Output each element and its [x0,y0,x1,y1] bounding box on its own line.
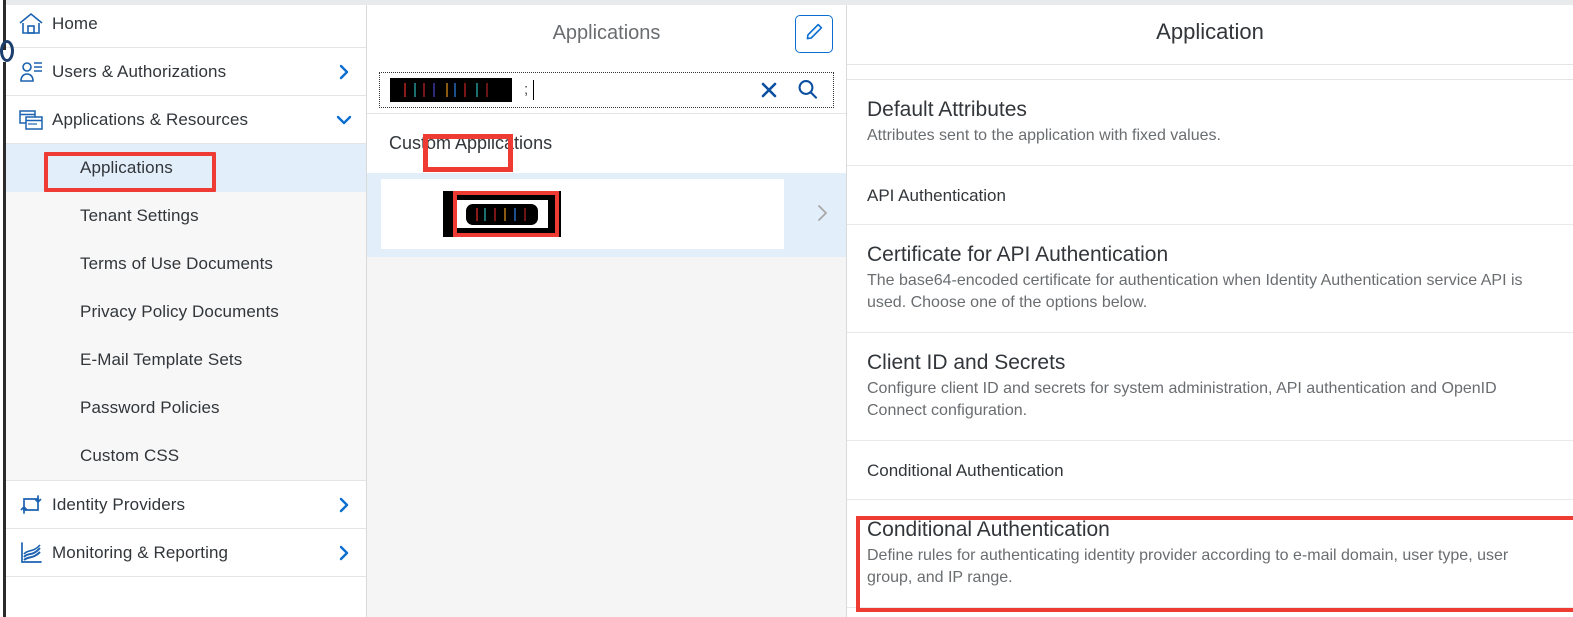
left-edge-circle-glyph [0,40,14,62]
sidebar-item-identity-providers-label: Identity Providers [52,494,186,514]
detail-item-description: Configure client ID and secrets for syst… [867,380,1497,419]
search-caret-area: ; [512,79,758,100]
chevron-down-icon[interactable] [322,110,366,130]
list-item[interactable] [381,179,827,249]
sidebar-item-custom-css-label: Custom CSS [80,446,180,465]
window-left-edge [0,0,14,617]
search-icon[interactable] [796,78,819,101]
edit-button[interactable] [795,15,833,53]
sidebar: Home Users & Authorizations Applications… [0,0,367,617]
detail-item-description: The base64-encoded certificate for authe… [867,272,1523,311]
sidebar-item-applications-label: Applications [80,158,173,177]
sidebar-item-identity-providers[interactable]: Identity Providers [0,481,366,529]
application-list [367,173,846,257]
custom-applications-group-header: Custom Applications [367,113,846,173]
sidebar-subitem-group: Applications Tenant Settings Terms of Us… [0,144,366,481]
monitoring-icon [0,539,52,567]
chevron-right-icon[interactable] [322,63,366,81]
sidebar-item-custom-css[interactable]: Custom CSS [0,432,366,480]
applications-panel-title: Applications [552,21,661,44]
list-item-chevron-icon [812,203,832,228]
detail-item-certificate-for-api-authentication[interactable]: Certificate for API Authentication The b… [847,225,1573,333]
close-icon[interactable] [758,79,780,101]
sidebar-item-tenant-settings[interactable]: Tenant Settings [0,192,366,240]
sidebar-item-tenant-settings-label: Tenant Settings [80,206,199,225]
sidebar-item-privacy-policy-documents[interactable]: Privacy Policy Documents [0,288,366,336]
detail-partial-row-top [847,65,1573,80]
detail-group-label: Conditional Authentication [867,461,1064,480]
sidebar-item-users-authorizations-label: Users & Authorizations [52,61,227,81]
page-title: Application [1156,19,1264,44]
app-window: Home Users & Authorizations Applications… [0,0,1573,617]
detail-group-label: API Authentication [867,186,1006,205]
detail-item-description: Attributes sent to the application with … [867,127,1221,144]
applications-panel-header: Applications [367,0,846,66]
sidebar-item-terms-of-use-documents[interactable]: Terms of Use Documents [0,240,366,288]
sidebar-item-password-policies-label: Password Policies [80,398,220,417]
sidebar-item-monitoring-reporting-label: Monitoring & Reporting [52,542,229,562]
detail-item-client-id-and-secrets[interactable]: Client ID and Secrets Configure client I… [847,333,1573,441]
detail-item-default-attributes[interactable]: Default Attributes Attributes sent to th… [847,80,1573,166]
applications-list-panel: Applications ; Custom Applications [367,0,847,617]
detail-item-conditional-authentication[interactable]: Conditional Authentication Define rules … [847,500,1573,608]
sidebar-item-email-template-sets[interactable]: E-Mail Template Sets [0,336,366,384]
sidebar-item-monitoring-reporting[interactable]: Monitoring & Reporting [0,529,366,577]
sidebar-item-home[interactable]: Home [0,0,366,48]
home-icon [0,10,52,38]
detail-item-description: Define rules for authenticating identity… [867,547,1509,586]
detail-item-title: Default Attributes [867,98,1027,121]
chevron-right-icon[interactable] [322,544,366,562]
sidebar-item-applications[interactable]: Applications [0,144,366,192]
application-logo-inner [456,200,548,228]
text-caret [533,79,535,100]
detail-item-title: Certificate for API Authentication [867,243,1169,266]
window-top-strip [0,0,1573,5]
sidebar-item-email-template-sets-label: E-Mail Template Sets [80,350,243,369]
detail-item-title: Client ID and Secrets [867,351,1066,374]
sidebar-item-applications-resources-label: Applications & Resources [52,109,249,129]
application-name-redacted [443,191,561,237]
application-detail-panel: Application Default Attributes Attribute… [847,0,1573,617]
left-edge-dark-lower [3,62,6,617]
chevron-right-icon[interactable] [322,496,366,514]
sidebar-item-terms-of-use-documents-label: Terms of Use Documents [80,254,274,273]
application-detail-header: Application [847,0,1573,65]
custom-applications-label: Custom Applications [389,133,553,153]
detail-group-api-authentication: API Authentication [847,166,1573,225]
sidebar-item-applications-resources[interactable]: Applications & Resources [0,96,366,144]
search-trailing-text: ; [524,81,529,98]
search-input[interactable]: ; [379,71,834,108]
search-value-redacted [390,77,512,102]
detail-group-conditional-authentication: Conditional Authentication [847,441,1573,500]
detail-item-title: Conditional Authentication [867,518,1110,541]
sidebar-item-password-policies[interactable]: Password Policies [0,384,366,432]
sidebar-item-home-label: Home [52,13,98,33]
identity-providers-icon [0,491,52,519]
sidebar-item-privacy-policy-documents-label: Privacy Policy Documents [80,302,279,321]
sidebar-filler [0,577,366,617]
search-action-icons [758,78,827,101]
applications-icon [0,106,52,134]
sidebar-item-users-authorizations[interactable]: Users & Authorizations [0,48,366,96]
pencil-icon [804,22,824,47]
search-bar-row: ; [367,66,846,172]
